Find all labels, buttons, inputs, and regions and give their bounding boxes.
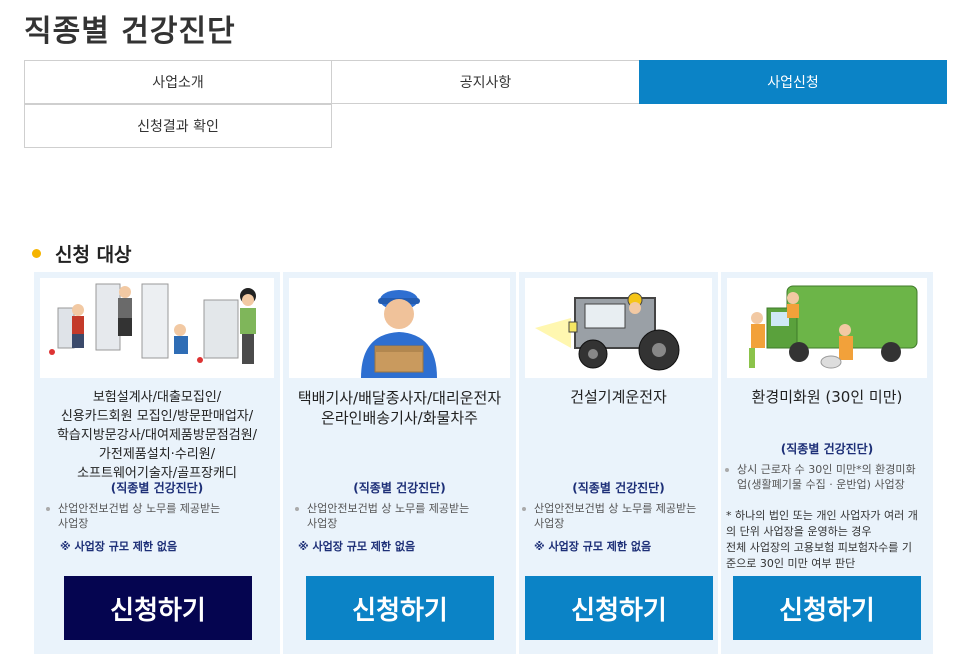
tractor-illustration <box>525 278 712 378</box>
card-extra-note: * 하나의 법인 또는 개인 사업자가 여러 개 의 단위 사업장을 운영하는 … <box>726 509 918 570</box>
bullet-dot-icon <box>32 249 41 258</box>
target-card-delivery: 택배기사/배달종사자/대리운전자 온라인배송기사/화물차주 (직종별 건강진단)… <box>283 272 516 654</box>
apply-button[interactable]: 신청하기 <box>525 576 713 640</box>
delivery-illustration <box>289 278 510 378</box>
card-description: 산업안전보건법 상 노무를 제공받는 사업장 <box>522 501 708 531</box>
garbage-truck-icon <box>727 278 927 378</box>
delivery-worker-icon <box>289 278 510 378</box>
apply-button[interactable]: 신청하기 <box>733 576 921 640</box>
card-description: 상시 근로자 수 30인 미만*의 환경미화 업(생활폐기물 수집 · 운반업)… <box>725 462 923 492</box>
card-note: ※ 사업장 규모 제한 없음 <box>60 540 178 553</box>
construction-tractor-icon <box>525 278 712 378</box>
card-subtitle: (직종별 건강진단) <box>110 481 204 495</box>
section-title: 신청 대상 <box>32 240 132 267</box>
target-card-sanitation: 환경미화원 (30인 미만) (직종별 건강진단) 상시 근로자 수 30인 미… <box>721 272 933 654</box>
workers-illustration <box>40 278 274 378</box>
card-job-title: 건설기계운전자 <box>570 388 667 406</box>
workers-illustration-icon <box>40 278 274 378</box>
card-description: 산업안전보건법 상 노무를 제공받는 사업장 <box>295 501 506 531</box>
apply-button[interactable]: 신청하기 <box>64 576 252 640</box>
apply-button[interactable]: 신청하기 <box>306 576 494 640</box>
tab-notice[interactable]: 공지사항 <box>331 60 640 104</box>
card-subtitle: (직종별 건강진단) <box>780 442 874 456</box>
card-subtitle: (직종별 건강진단) <box>572 481 665 495</box>
section-title-text: 신청 대상 <box>55 244 132 266</box>
card-description: 산업안전보건법 상 노무를 제공받는 사업장 <box>46 501 270 531</box>
card-job-title: 보험설계사/대출모집인/ 신용카드회원 모집인/방문판매업자/ 학습지방문강사/… <box>56 390 258 481</box>
card-subtitle: (직종별 건강진단) <box>353 481 446 495</box>
tab-apply[interactable]: 사업신청 <box>639 60 947 104</box>
sanitation-illustration <box>727 278 927 378</box>
tab-result-check[interactable]: 신청결과 확인 <box>24 104 332 148</box>
page-title: 직종별 건강진단 <box>24 14 236 49</box>
card-job-title: 환경미화원 (30인 미만) <box>751 388 903 406</box>
target-card-construction: 건설기계운전자 (직종별 건강진단) 산업안전보건법 상 노무를 제공받는 사업… <box>519 272 718 654</box>
target-card-sales: 보험설계사/대출모집인/ 신용카드회원 모집인/방문판매업자/ 학습지방문강사/… <box>34 272 280 654</box>
tab-intro[interactable]: 사업소개 <box>24 60 332 104</box>
card-note: ※ 사업장 규모 제한 없음 <box>298 540 416 553</box>
card-note: ※ 사업장 규모 제한 없음 <box>534 540 652 553</box>
card-job-title: 택배기사/배달종사자/대리운전자 온라인배송기사/화물차주 <box>297 389 502 427</box>
